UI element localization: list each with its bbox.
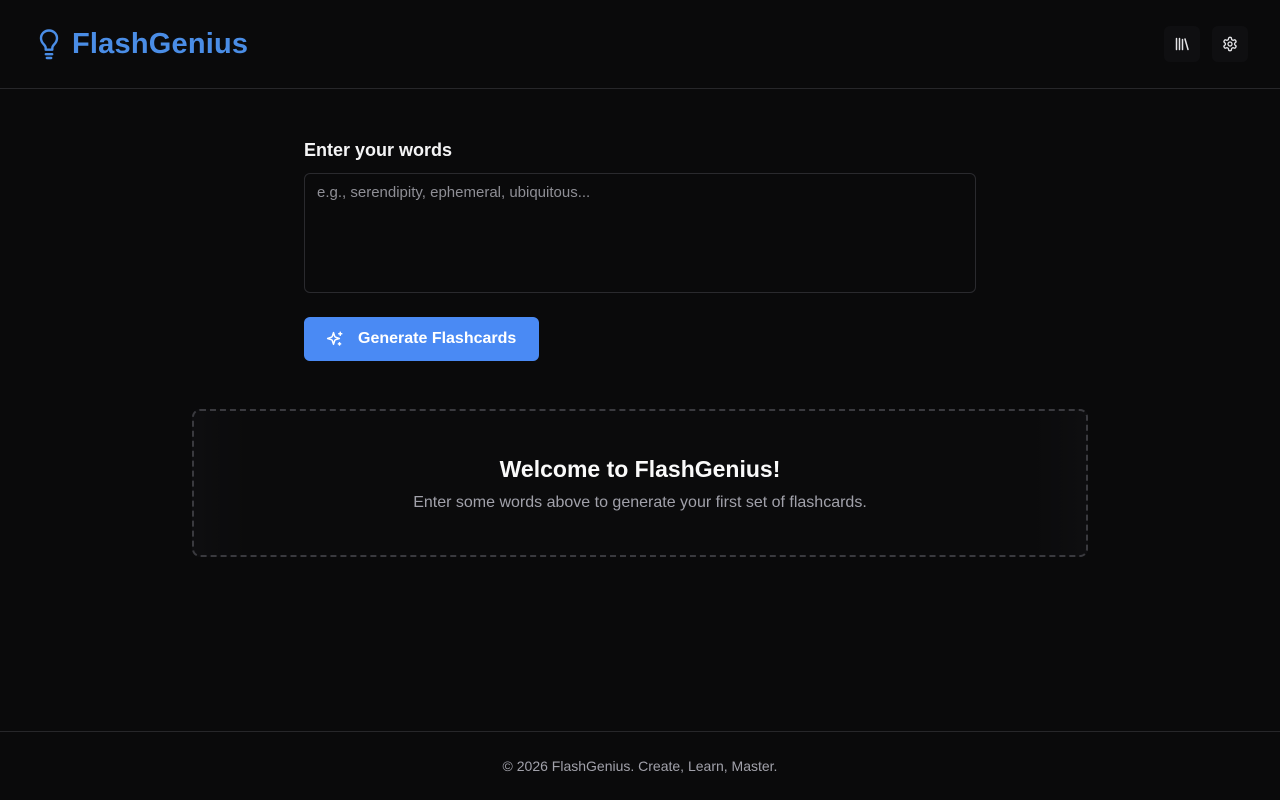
words-input[interactable] — [304, 173, 976, 293]
header-actions — [1164, 26, 1248, 62]
brand-logo-link[interactable]: FlashGenius — [36, 26, 248, 62]
library-button[interactable] — [1164, 26, 1200, 62]
app-page: FlashGenius Enter your words e.g., seren… — [0, 0, 1280, 800]
library-icon — [1175, 37, 1189, 51]
settings-button[interactable] — [1212, 26, 1248, 62]
welcome-card: Welcome to FlashGenius! Enter some words… — [192, 409, 1088, 557]
words-label: Enter your words — [304, 140, 453, 160]
generate-flashcards-button[interactable]: Generate Flashcards — [304, 317, 540, 361]
footer-copyright: © 2026 FlashGenius. Create, Learn, Maste… — [502, 758, 778, 774]
lightbulb-icon — [39, 29, 59, 60]
sparkles-icon — [326, 331, 343, 346]
welcome-title: Welcome to FlashGenius! — [499, 456, 781, 482]
word-entry-form: Enter your words Generate Flashcards — [304, 138, 976, 361]
page-footer: © 2026 FlashGenius. Create, Learn, Maste… — [0, 731, 1280, 800]
brand-name: FlashGenius — [72, 28, 249, 60]
top-header: FlashGenius — [0, 0, 1280, 89]
generate-button-label: Generate Flashcards — [358, 330, 517, 347]
gear-icon — [1223, 36, 1237, 52]
welcome-text: Enter some words above to generate your … — [413, 494, 867, 511]
